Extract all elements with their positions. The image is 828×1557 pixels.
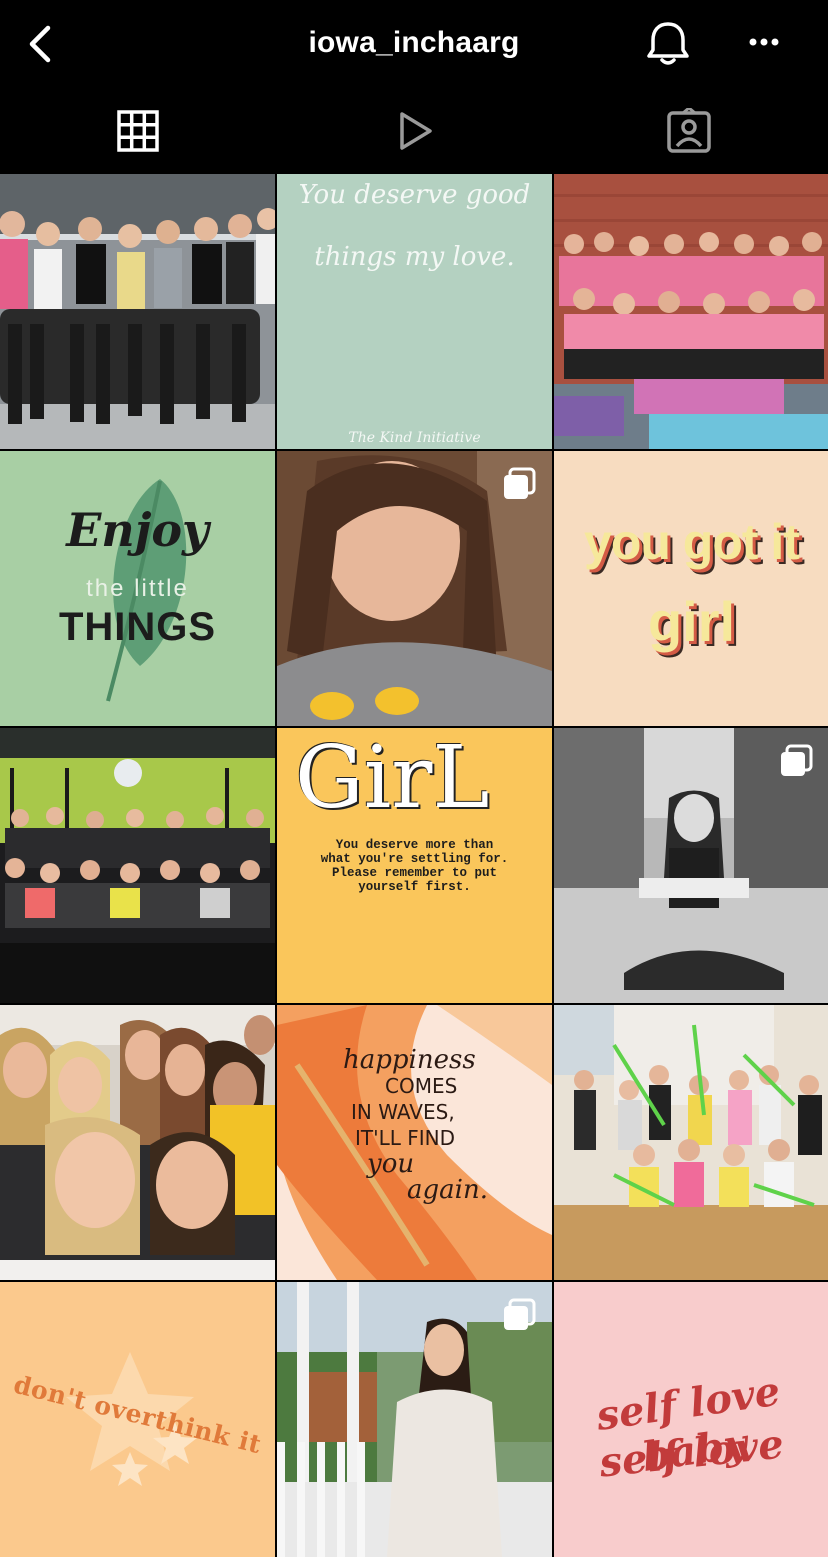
quote-line: COMES xyxy=(385,1074,458,1098)
group-photo-image xyxy=(554,1005,828,1280)
post-thumbnail-group-dance[interactable] xyxy=(554,1005,828,1280)
post-line: girl xyxy=(647,590,736,653)
quote-line: You deserve good xyxy=(298,180,531,210)
post-thumbnail-portrait-outdoor[interactable] xyxy=(277,1282,552,1557)
post-quote-good-things[interactable]: You deserve good things my love. The Kin… xyxy=(277,174,552,449)
body-line: Please remember to put xyxy=(331,866,498,880)
more-options-button[interactable] xyxy=(745,22,783,62)
group-photo-image xyxy=(0,1005,275,1280)
top-bar: iowa_inchaarg xyxy=(0,0,828,90)
post-enjoy-little-things[interactable]: Enjoy the little THINGS xyxy=(0,451,275,726)
multiple-posts-icon xyxy=(504,467,536,499)
bell-icon xyxy=(647,22,689,65)
play-icon xyxy=(400,112,432,150)
multiple-posts-icon xyxy=(781,744,813,776)
posts-grid: You deserve good things my love. The Kin… xyxy=(0,174,828,1557)
quote-line: again. xyxy=(407,1175,488,1205)
group-photo-image xyxy=(0,174,275,449)
quote-line: happiness xyxy=(343,1045,476,1075)
profile-tabs xyxy=(0,90,828,172)
quote-line: IN WAVES, xyxy=(351,1100,455,1124)
post-you-got-it-girl[interactable]: you got it girl xyxy=(554,451,828,726)
post-self-love-baby[interactable]: self love baby self love xyxy=(554,1282,828,1557)
more-horizontal-icon xyxy=(749,38,779,46)
post-happiness-comes-in-waves[interactable]: happiness COMES IN WAVES, IT'LL FIND you… xyxy=(277,1005,552,1280)
tab-grid[interactable] xyxy=(115,108,161,154)
notifications-button[interactable] xyxy=(644,18,692,68)
grid-icon xyxy=(117,110,159,152)
group-photo-image xyxy=(0,728,275,1003)
post-thumbnail-group-fitness[interactable] xyxy=(0,728,275,1003)
post-word: Enjoy xyxy=(66,503,209,557)
multiple-posts-icon xyxy=(504,1298,536,1330)
post-girl-message[interactable]: GirL You deserve more than what you're s… xyxy=(277,728,552,1003)
group-photo-image xyxy=(554,174,828,449)
post-thumbnail-selfie[interactable] xyxy=(277,451,552,726)
tab-tagged[interactable] xyxy=(666,106,712,154)
post-word: THINGS xyxy=(58,605,217,649)
tab-reels[interactable] xyxy=(392,108,438,154)
post-thumbnail-group-pink[interactable] xyxy=(554,174,828,449)
post-thumbnail-selfie-group[interactable] xyxy=(0,1005,275,1280)
quote-line: you xyxy=(367,1149,415,1179)
post-thumbnail-bw-portrait[interactable] xyxy=(554,728,828,1003)
quote-line: IT'LL FIND xyxy=(355,1126,456,1150)
post-body: You deserve more than what you're settli… xyxy=(277,838,552,894)
body-line: yourself first. xyxy=(358,880,471,894)
profile-username: iowa_inchaarg xyxy=(308,26,520,59)
post-title: GirL xyxy=(295,728,490,828)
quote-block: happiness COMES IN WAVES, IT'LL FIND you… xyxy=(337,1047,537,1203)
post-word: the little xyxy=(86,575,189,602)
post-thumbnail-group-gym[interactable] xyxy=(0,174,275,449)
post-line: you got it xyxy=(584,514,800,570)
quote-line: things my love. xyxy=(314,242,515,272)
quote-footer: The Kind Initiative xyxy=(348,430,481,446)
post-dont-overthink-it[interactable]: don't overthink it xyxy=(0,1282,275,1557)
tagged-person-icon xyxy=(667,106,711,153)
body-line: what you're settling for. xyxy=(320,852,509,866)
body-line: You deserve more than xyxy=(335,838,494,852)
